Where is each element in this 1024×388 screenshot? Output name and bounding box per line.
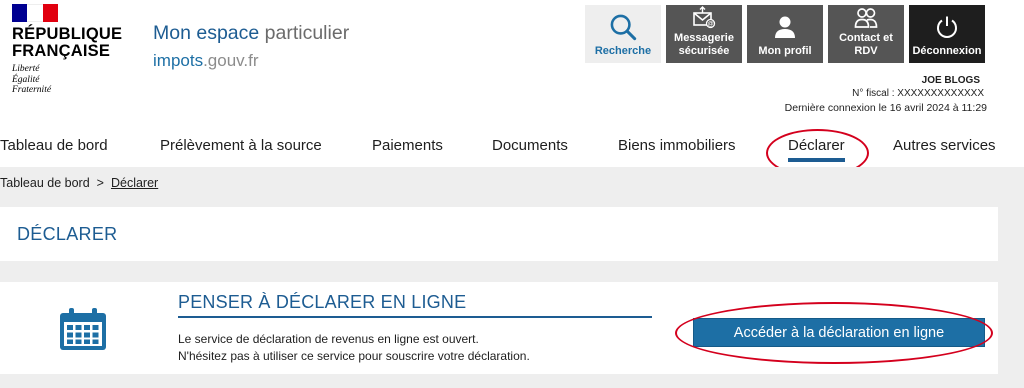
nav-item-biens-immobiliers[interactable]: Biens immobiliers (618, 137, 736, 154)
messagerie-label-1: Messagerie (674, 32, 734, 44)
nav-item-documents[interactable]: Documents (492, 137, 568, 154)
logo-motto-liberte: Liberté (12, 64, 40, 74)
impots-gouv-logo[interactable]: impots.gouv.fr (153, 51, 259, 71)
impots-text: impots (153, 51, 204, 70)
svg-text:@: @ (708, 22, 714, 28)
page-title-card: DÉCLARER (0, 207, 998, 261)
deconnexion-label: Déconnexion (912, 45, 982, 57)
user-fiscal-number: N° fiscal : XXXXXXXXXXXXX (852, 88, 984, 99)
search-icon (610, 14, 637, 41)
nav-item-prelevement[interactable]: Prélèvement à la source (160, 137, 322, 154)
contact-label-2: RDV (854, 45, 878, 57)
card-text-2: N'hésitez pas à utiliser ce service pour… (178, 349, 530, 363)
french-flag-icon (12, 4, 58, 22)
messagerie-label-2: sécurisée (678, 45, 730, 57)
card-text-1: Le service de déclaration de revenus en … (178, 332, 479, 346)
logo-title-line1: RÉPUBLIQUE (12, 25, 123, 43)
deconnexion-button[interactable]: Déconnexion (909, 5, 985, 63)
user-name: JOE BLOGS (921, 75, 980, 86)
gouv-text: .gouv.fr (203, 51, 259, 70)
breadcrumb: Tableau de bord > Déclarer (0, 176, 158, 190)
profil-label: Mon profil (758, 45, 812, 57)
logo-motto-fraternite: Fraternité (12, 85, 52, 95)
user-last-connection: Dernière connexion le 16 avril 2024 à 11… (784, 102, 987, 114)
site-header: RÉPUBLIQUE FRANÇAISE Liberté Égalité Fra… (0, 0, 1024, 125)
breadcrumb-home[interactable]: Tableau de bord (0, 176, 90, 190)
annotation-oval-cta (675, 302, 993, 364)
page-title: DÉCLARER (17, 224, 118, 244)
nav-item-paiements[interactable]: Paiements (372, 137, 443, 154)
profil-button[interactable]: Mon profil (747, 5, 823, 63)
republique-francaise-logo[interactable]: RÉPUBLIQUE FRANÇAISE Liberté Égalité Fra… (12, 4, 132, 96)
espace-particulier-title[interactable]: Mon espace particulier (153, 22, 349, 45)
search-button[interactable]: Recherche (585, 5, 661, 63)
main-nav: Tableau de bord Prélèvement à la source … (0, 125, 1024, 177)
search-label: Recherche (594, 45, 652, 57)
nav-item-tableau-de-bord[interactable]: Tableau de bord (0, 137, 108, 154)
contact-rdv-button[interactable]: Contact et RDV (828, 5, 904, 63)
card-title: PENSER À DÉCLARER EN LIGNE (178, 292, 467, 312)
messagerie-button[interactable]: @ Messagerie sécurisée (666, 5, 742, 63)
breadcrumb-current[interactable]: Déclarer (111, 176, 158, 190)
nav-item-autres-services[interactable]: Autres services (893, 137, 996, 154)
envelope-icon: @ (693, 6, 716, 29)
logo-title-line2: FRANÇAISE (12, 42, 111, 60)
card-title-divider (178, 316, 652, 318)
power-icon (937, 16, 957, 38)
contact-label-1: Contact et (839, 32, 893, 44)
users-icon (854, 8, 878, 28)
declaration-card: PENSER À DÉCLARER EN LIGNE Le service de… (0, 282, 998, 374)
user-icon (775, 16, 795, 38)
espace-light-text: particulier (264, 22, 350, 44)
breadcrumb-separator: > (96, 176, 104, 190)
espace-strong-text: Mon espace (153, 22, 260, 44)
logo-motto-egalite: Égalité (12, 74, 40, 85)
calendar-icon (60, 308, 106, 350)
